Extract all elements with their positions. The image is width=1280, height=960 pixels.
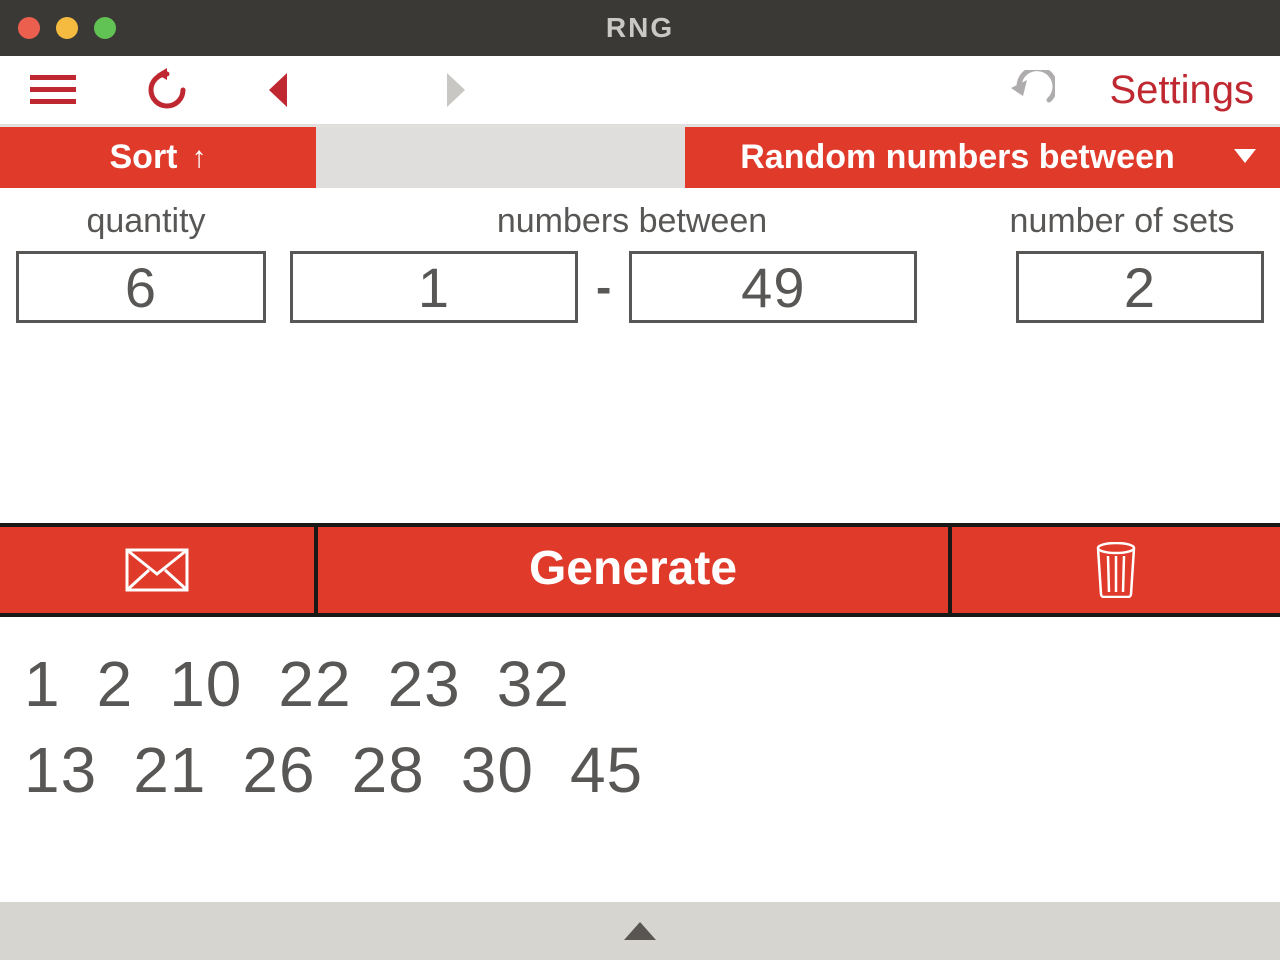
mode-label: Random numbers between <box>740 138 1175 177</box>
between-label: numbers between <box>272 202 992 241</box>
undo-button[interactable] <box>1005 63 1059 117</box>
chevron-up-icon <box>624 922 656 940</box>
quantity-label: quantity <box>20 202 272 241</box>
result-number: 28 <box>352 733 425 807</box>
app-toolbar: Settings <box>0 56 1280 126</box>
result-number: 45 <box>570 733 643 807</box>
sort-button[interactable]: Sort ↑ <box>0 127 316 188</box>
forward-button[interactable] <box>428 63 482 117</box>
zoom-window-button[interactable] <box>94 17 116 39</box>
result-number: 21 <box>133 733 206 807</box>
menu-button[interactable] <box>26 63 80 117</box>
trash-icon <box>1095 542 1137 598</box>
range-dash: - <box>596 260 611 314</box>
tab-spacer <box>316 127 685 188</box>
reload-icon <box>145 68 189 112</box>
result-number: 23 <box>388 647 461 721</box>
results-area: 1 2 10 22 23 32 13 21 26 28 30 45 <box>0 617 1280 819</box>
reload-button[interactable] <box>140 63 194 117</box>
mode-dropdown[interactable]: Random numbers between <box>685 127 1280 188</box>
chevron-down-icon <box>1234 149 1256 163</box>
settings-button[interactable]: Settings <box>1109 68 1254 113</box>
result-set: 1 2 10 22 23 32 <box>24 647 1256 721</box>
menu-icon <box>30 75 76 105</box>
sort-ascending-icon: ↑ <box>192 141 207 175</box>
result-number: 1 <box>24 647 61 721</box>
result-set: 13 21 26 28 30 45 <box>24 733 1256 807</box>
result-number: 22 <box>278 647 351 721</box>
sets-input[interactable] <box>1016 251 1264 323</box>
min-input[interactable] <box>290 251 578 323</box>
mode-bar: Sort ↑ Random numbers between <box>0 126 1280 188</box>
mail-icon <box>125 548 189 592</box>
max-input[interactable] <box>629 251 917 323</box>
undo-icon <box>1009 70 1055 110</box>
inputs-area: quantity numbers between number of sets … <box>0 188 1280 323</box>
clear-button[interactable] <box>952 527 1280 613</box>
result-number: 26 <box>242 733 315 807</box>
result-number: 13 <box>24 733 97 807</box>
traffic-lights <box>18 17 116 39</box>
sort-label: Sort <box>110 138 178 177</box>
result-number: 30 <box>461 733 534 807</box>
drawer-handle[interactable] <box>0 902 1280 960</box>
result-number: 32 <box>497 647 570 721</box>
window-title: RNG <box>0 12 1280 44</box>
sets-label: number of sets <box>992 202 1252 241</box>
action-bar: Generate <box>0 523 1280 617</box>
minimize-window-button[interactable] <box>56 17 78 39</box>
quantity-input[interactable] <box>16 251 266 323</box>
window-titlebar: RNG <box>0 0 1280 56</box>
back-icon <box>269 73 293 107</box>
result-number: 10 <box>169 647 242 721</box>
generate-button[interactable]: Generate <box>318 527 952 613</box>
result-number: 2 <box>97 647 134 721</box>
generate-label: Generate <box>529 541 737 596</box>
forward-icon <box>443 73 467 107</box>
share-button[interactable] <box>0 527 318 613</box>
close-window-button[interactable] <box>18 17 40 39</box>
back-button[interactable] <box>254 63 308 117</box>
